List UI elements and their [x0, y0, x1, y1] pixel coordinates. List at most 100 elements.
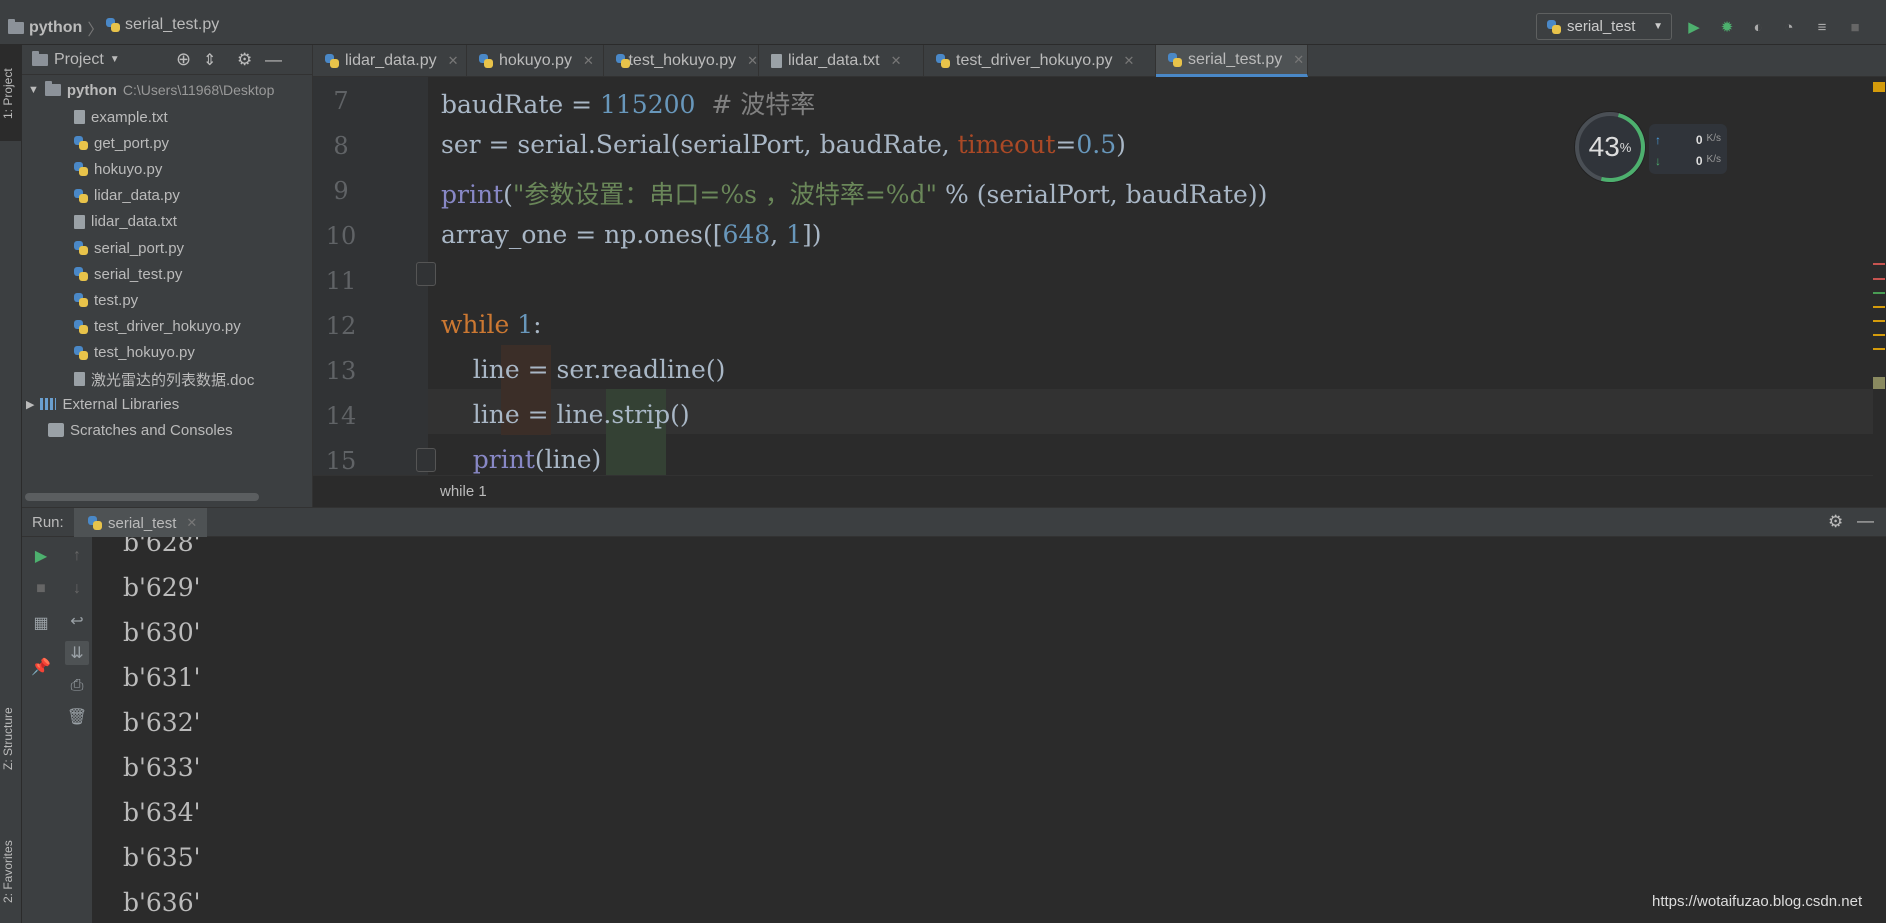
text-file-icon	[74, 214, 85, 229]
minimize-icon[interactable]: —	[1857, 511, 1874, 531]
tree-file-item[interactable]: 激光雷达的列表数据.doc	[74, 368, 254, 390]
rerun-button[interactable]: ▶	[29, 544, 53, 568]
tree-file-item[interactable]: hokuyo.py	[74, 158, 162, 180]
cpu-usage-arc	[1562, 99, 1658, 195]
project-panel-title[interactable]: Project	[54, 51, 104, 69]
tab-test-driver-hokuyo-py[interactable]: test_driver_hokuyo.py ✕	[924, 45, 1156, 77]
layout-icon[interactable]: ▦	[29, 611, 53, 635]
python-file-icon	[74, 293, 88, 308]
project-tool-label: 1: Project	[1, 68, 15, 119]
arrow-down-icon: ↓	[1655, 154, 1661, 168]
project-tool-tab[interactable]: 1: Project	[0, 45, 21, 141]
run-button[interactable]: ▶	[1684, 17, 1704, 37]
tree-file-item[interactable]: lidar_data.txt	[74, 211, 177, 233]
python-file-icon	[325, 54, 339, 68]
debug-button[interactable]: ✹	[1717, 17, 1737, 37]
line-number: 9	[333, 177, 349, 205]
tree-file-item[interactable]: serial_test.py	[74, 263, 182, 285]
run-configuration-select[interactable]: serial_test ▼	[1536, 13, 1672, 40]
tree-root-python[interactable]: ▼ python C:\Users\11968\Desktop	[28, 79, 274, 101]
close-icon[interactable]: ✕	[583, 53, 594, 69]
run-tab-serial-test[interactable]: serial_test ✕	[74, 508, 208, 538]
soft-wrap-icon[interactable]: ↩	[65, 609, 89, 633]
console-output-line: b'633'	[123, 753, 201, 782]
breadcrumb-file[interactable]: serial_test.py	[106, 16, 219, 34]
gear-icon[interactable]: ⚙	[1828, 512, 1843, 532]
line-number: 12	[325, 312, 357, 340]
tree-file-label: get_port.py	[94, 134, 170, 152]
locate-icon[interactable]: ⊕	[176, 49, 191, 70]
scratches-icon	[48, 423, 64, 437]
python-file-icon	[74, 162, 88, 177]
chevron-down-icon[interactable]: ▼	[110, 54, 120, 65]
hide-icon[interactable]: —	[265, 50, 282, 70]
tab-serial-test-py[interactable]: serial_test.py ✕	[1156, 45, 1308, 77]
tab-lidar-data-py[interactable]: lidar_data.py ✕	[313, 45, 467, 77]
run-console-output[interactable]: b'628' b'629' b'630' b'631' b'632' b'633' b'63…	[92, 537, 1886, 923]
stop-button[interactable]: ■	[1845, 17, 1865, 37]
python-file-icon	[106, 18, 120, 32]
close-icon[interactable]: ✕	[448, 53, 459, 69]
tab-label: lidar_data.txt	[788, 52, 880, 69]
close-icon[interactable]: ✕	[747, 53, 758, 69]
profile-button[interactable]: ◔	[1779, 17, 1799, 37]
code-line-15: print(line)	[472, 445, 602, 474]
close-icon[interactable]: ✕	[891, 53, 902, 69]
warning-marker[interactable]	[1873, 306, 1885, 308]
tree-file-item[interactable]: lidar_data.py	[74, 185, 180, 207]
tree-file-item[interactable]: test_driver_hokuyo.py	[74, 316, 241, 338]
line-number: 7	[333, 87, 349, 115]
change-marker[interactable]	[1873, 292, 1885, 294]
tree-scratches[interactable]: Scratches and Consoles	[48, 419, 233, 441]
build-button[interactable]: ≡	[1812, 17, 1832, 37]
tree-external-libraries[interactable]: ▶ External Libraries	[26, 393, 179, 415]
trash-icon[interactable]: 🗑	[65, 705, 89, 729]
tree-file-label: serial_port.py	[94, 239, 185, 257]
text-file-icon	[74, 372, 85, 386]
warning-marker[interactable]	[1873, 334, 1885, 336]
scroll-position-marker[interactable]	[1873, 377, 1885, 389]
pin-icon[interactable]: 📌	[29, 655, 53, 679]
tree-file-item[interactable]: test.py	[74, 289, 138, 311]
tree-file-item[interactable]: example.txt	[74, 106, 168, 128]
horizontal-scrollbar[interactable]	[25, 493, 259, 501]
warning-marker[interactable]	[1873, 82, 1885, 92]
structure-tool-label[interactable]: Z: Structure	[1, 707, 15, 770]
arrow-down-icon[interactable]: ↓	[65, 577, 89, 601]
tab-label: hokuyo.py	[499, 52, 572, 69]
gear-icon[interactable]: ⚙	[237, 50, 252, 70]
error-marker[interactable]	[1873, 278, 1885, 280]
warning-marker[interactable]	[1873, 320, 1885, 322]
python-file-icon	[1168, 52, 1182, 67]
tree-file-item[interactable]: test_hokuyo.py	[74, 342, 195, 364]
close-icon[interactable]: ✕	[1124, 53, 1135, 69]
warning-marker[interactable]	[1873, 348, 1885, 350]
python-file-icon	[936, 54, 950, 68]
python-file-icon	[616, 54, 630, 68]
tab-lidar-data-txt[interactable]: lidar_data.txt ✕	[759, 45, 924, 77]
print-icon[interactable]: ⎙	[65, 674, 89, 698]
code-line-10: array_one = np.ones([648, 1])	[441, 220, 822, 249]
tab-label: lidar_data.py	[345, 52, 437, 69]
console-output-line: b'632'	[123, 708, 201, 737]
close-icon[interactable]: ✕	[1293, 52, 1304, 68]
close-icon[interactable]: ✕	[186, 515, 197, 531]
error-marker[interactable]	[1873, 263, 1885, 265]
run-panel-toolbar: ▶ ■ ▦ 📌 ↑ ↓ ↩ ⇊ ⎙ 🗑	[22, 537, 92, 923]
breadcrumb-project[interactable]: python 〉	[8, 16, 103, 40]
tree-file-item[interactable]: get_port.py	[74, 132, 169, 154]
tab-test-hokuyo-py[interactable]: test_hokuyo.py ✕	[604, 45, 759, 77]
code-breadcrumb[interactable]: while 1	[440, 483, 487, 500]
tab-hokuyo-py[interactable]: hokuyo.py ✕	[467, 45, 604, 77]
tree-file-item[interactable]: serial_port.py	[74, 237, 184, 259]
stop-button[interactable]: ■	[29, 577, 53, 601]
arrow-up-icon[interactable]: ↑	[65, 544, 89, 568]
fold-marker-icon[interactable]	[416, 448, 436, 472]
coverage-button[interactable]: ◐	[1748, 17, 1768, 37]
favorites-tool-label[interactable]: 2: Favorites	[1, 840, 15, 903]
collapse-icon[interactable]: ⇕	[203, 50, 216, 70]
scroll-to-end-icon[interactable]: ⇊	[65, 641, 89, 665]
folder-icon	[32, 50, 48, 66]
fold-marker-icon[interactable]	[416, 262, 436, 286]
tab-label: test_driver_hokuyo.py	[956, 52, 1113, 69]
